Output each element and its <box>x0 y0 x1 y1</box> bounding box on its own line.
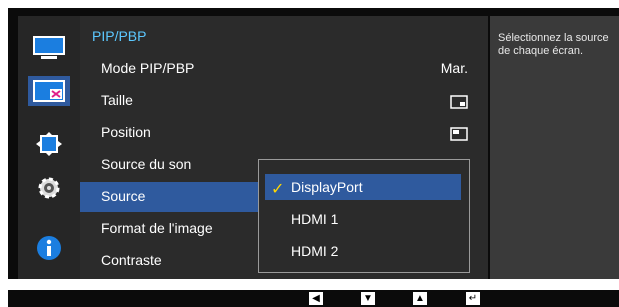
option-label: DisplayPort <box>291 179 363 195</box>
source-option-hdmi2[interactable]: HDMI 2 <box>259 238 469 268</box>
position-top-left-icon <box>450 127 468 144</box>
help-text: Sélectionnez la source de chaque écran. <box>490 16 619 279</box>
menu-item-position[interactable]: Position <box>80 118 488 148</box>
menu-item-taille[interactable]: Taille <box>80 86 488 116</box>
menu-title: PIP/PBP <box>92 28 147 44</box>
down-arrow-key-icon: ▼ <box>361 292 375 305</box>
size-small-icon <box>450 95 468 112</box>
menu-item-source[interactable]: Source <box>80 182 270 212</box>
menu-item-value: Mar. <box>440 60 468 76</box>
check-icon: ✓ <box>271 181 285 198</box>
osd-panel: PIP/PBP Mode PIP/PBP Mar. Taille Positio… <box>8 8 619 279</box>
source-option-hdmi1[interactable]: HDMI 1 <box>259 206 469 236</box>
menu-item-label: Mode PIP/PBP <box>101 60 195 76</box>
menu-item-label: Source du son <box>101 156 192 172</box>
menu-item-label: Contraste <box>101 252 162 268</box>
information-icon[interactable] <box>18 228 80 268</box>
menu-item-mode-pip-pbp[interactable]: Mode PIP/PBP Mar. <box>80 54 488 84</box>
source-dropdown[interactable]: ✓ DisplayPort HDMI 1 HDMI 2 <box>258 159 470 273</box>
system-gear-icon[interactable] <box>18 168 80 208</box>
sidebar <box>18 16 80 279</box>
menu-item-label: Source <box>101 188 146 204</box>
menu-item-label: Format de l'image <box>101 220 213 236</box>
pip-icon[interactable] <box>28 76 70 106</box>
menu-item-label: Position <box>101 124 151 140</box>
menu-item-label: Taille <box>101 92 133 108</box>
left-arrow-key-icon: ◀ <box>309 292 323 305</box>
up-arrow-key-icon: ▲ <box>413 292 427 305</box>
option-label: HDMI 2 <box>291 243 339 259</box>
source-option-displayport[interactable]: ✓ DisplayPort <box>265 174 461 200</box>
picture-icon[interactable] <box>18 28 80 68</box>
enter-key-icon: ↵ <box>466 292 480 305</box>
onscreen-display-icon[interactable] <box>18 124 80 164</box>
footer-key-guide: ◀ ▼ ▲ ↵ <box>8 290 619 307</box>
option-label: HDMI 1 <box>291 211 339 227</box>
